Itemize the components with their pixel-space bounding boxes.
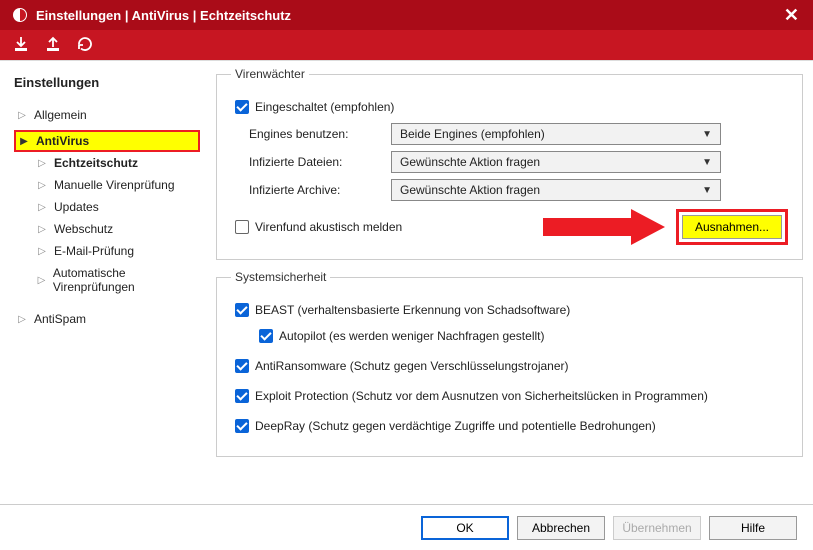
apply-button[interactable]: Übernehmen [613, 516, 701, 540]
autopilot-label: Autopilot (es werden weniger Nachfragen … [279, 329, 544, 343]
callout-arrow-icon [543, 211, 668, 243]
sidebar-item-automatische[interactable]: ▷ Automatische Virenprüfungen [14, 262, 200, 298]
app-logo-icon [12, 7, 28, 23]
sidebar-item-allgemein[interactable]: ▷ Allgemein [14, 104, 200, 126]
engines-dropdown[interactable]: Beide Engines (empfohlen) ▼ [391, 123, 721, 145]
chevron-right-icon: ▷ [16, 314, 28, 325]
reset-icon[interactable] [76, 35, 94, 56]
chevron-right-icon: ▷ [36, 180, 48, 191]
sidebar-item-webschutz[interactable]: ▷ Webschutz [14, 218, 200, 240]
import-icon[interactable] [12, 35, 30, 56]
export-icon[interactable] [44, 35, 62, 56]
autopilot-checkbox[interactable] [259, 329, 273, 343]
group-virenwachter: Virenwächter Eingeschaltet (empfohlen) E… [216, 67, 803, 260]
ok-button[interactable]: OK [421, 516, 509, 540]
sidebar-item-label: Updates [54, 200, 99, 214]
sidebar-item-manuelle[interactable]: ▷ Manuelle Virenprüfung [14, 174, 200, 196]
sidebar-item-email[interactable]: ▷ E-Mail-Prüfung [14, 240, 200, 262]
sidebar-item-label: Automatische Virenprüfungen [53, 266, 196, 294]
acoustic-label: Virenfund akustisch melden [255, 220, 402, 234]
enabled-label: Eingeschaltet (empfohlen) [255, 100, 394, 114]
sidebar-item-label: Manuelle Virenprüfung [54, 178, 175, 192]
window-title: Einstellungen | AntiVirus | Echtzeitschu… [36, 8, 778, 23]
acoustic-checkbox[interactable] [235, 220, 249, 234]
chevron-down-icon: ▼ [702, 157, 712, 168]
infected-archives-dropdown[interactable]: Gewünschte Aktion fragen ▼ [391, 179, 721, 201]
dropdown-value: Gewünschte Aktion fragen [400, 183, 540, 197]
toolbar [0, 30, 813, 60]
sidebar-item-label: AntiVirus [36, 134, 89, 148]
sidebar-item-updates[interactable]: ▷ Updates [14, 196, 200, 218]
enabled-checkbox[interactable] [235, 100, 249, 114]
content-pane: Virenwächter Eingeschaltet (empfohlen) E… [210, 61, 813, 504]
help-button[interactable]: Hilfe [709, 516, 797, 540]
sidebar-item-label: Webschutz [54, 222, 113, 236]
chevron-right-icon: ▷ [36, 275, 47, 286]
sidebar-item-label: E-Mail-Prüfung [54, 244, 134, 258]
exploit-checkbox[interactable] [235, 389, 249, 403]
titlebar: Einstellungen | AntiVirus | Echtzeitschu… [0, 0, 813, 30]
chevron-right-icon: ▷ [36, 224, 48, 235]
antiransom-label: AntiRansomware (Schutz gegen Verschlüsse… [255, 359, 569, 373]
chevron-down-icon: ▼ [702, 129, 712, 140]
beast-checkbox[interactable] [235, 303, 249, 317]
exceptions-button[interactable]: Ausnahmen... [682, 215, 782, 239]
sidebar-item-echtzeitschutz[interactable]: ▷ Echtzeitschutz [14, 152, 200, 174]
sidebar: Einstellungen ▷ Allgemein ▶ AntiVirus ▷ … [0, 61, 210, 504]
sidebar-item-antispam[interactable]: ▷ AntiSpam [14, 308, 200, 330]
exceptions-highlight: Ausnahmen... [676, 209, 788, 245]
close-button[interactable]: ✕ [778, 5, 805, 26]
sidebar-item-label: Echtzeitschutz [54, 156, 138, 170]
dropdown-value: Gewünschte Aktion fragen [400, 155, 540, 169]
sidebar-item-antivirus[interactable]: ▶ AntiVirus [14, 130, 200, 152]
chevron-right-icon: ▷ [36, 158, 48, 169]
dropdown-value: Beide Engines (empfohlen) [400, 127, 545, 141]
chevron-right-icon: ▶ [18, 136, 30, 147]
engines-label: Engines benutzen: [231, 127, 391, 141]
deepray-label: DeepRay (Schutz gegen verdächtige Zugrif… [255, 419, 656, 433]
sidebar-item-label: AntiSpam [34, 312, 86, 326]
infected-files-label: Infizierte Dateien: [231, 155, 391, 169]
infected-archives-label: Infizierte Archive: [231, 183, 391, 197]
group-legend: Virenwächter [231, 67, 309, 81]
sidebar-item-label: Allgemein [34, 108, 87, 122]
chevron-down-icon: ▼ [702, 185, 712, 196]
footer: OK Abbrechen Übernehmen Hilfe [0, 504, 813, 550]
chevron-right-icon: ▷ [36, 246, 48, 257]
chevron-right-icon: ▷ [16, 110, 28, 121]
deepray-checkbox[interactable] [235, 419, 249, 433]
beast-label: BEAST (verhaltensbasierte Erkennung von … [255, 303, 570, 317]
group-systemsicherheit: Systemsicherheit BEAST (verhaltensbasier… [216, 270, 803, 457]
cancel-button[interactable]: Abbrechen [517, 516, 605, 540]
group-legend: Systemsicherheit [231, 270, 330, 284]
sidebar-heading: Einstellungen [14, 75, 200, 90]
chevron-right-icon: ▷ [36, 202, 48, 213]
antiransom-checkbox[interactable] [235, 359, 249, 373]
infected-files-dropdown[interactable]: Gewünschte Aktion fragen ▼ [391, 151, 721, 173]
exploit-label: Exploit Protection (Schutz vor dem Ausnu… [255, 389, 708, 403]
